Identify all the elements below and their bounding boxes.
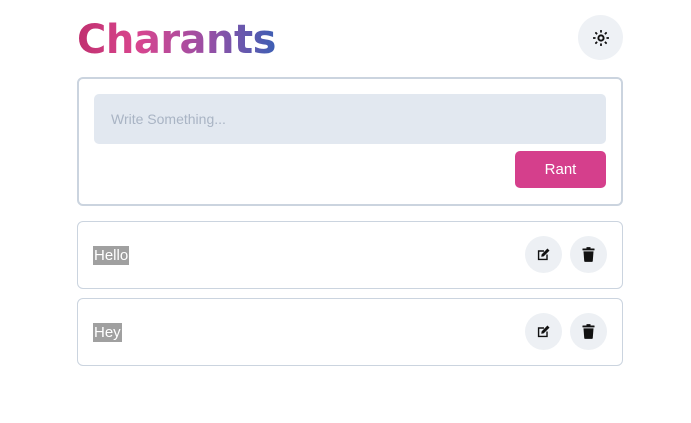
app-container: Charants Rant Hello xyxy=(0,0,691,423)
delete-post-button[interactable] xyxy=(570,236,607,273)
edit-post-button[interactable] xyxy=(525,313,562,350)
post-text: Hello xyxy=(93,246,130,265)
post-item: Hey xyxy=(77,298,623,366)
post-item: Hello xyxy=(77,221,623,289)
edit-icon xyxy=(536,247,551,262)
edit-icon xyxy=(536,324,551,339)
trash-icon xyxy=(582,324,595,339)
app-logo-title: Charants xyxy=(77,14,276,66)
trash-icon xyxy=(582,247,595,262)
rant-composer: Rant xyxy=(77,77,623,206)
post-text: Hey xyxy=(93,323,122,342)
theme-toggle-button[interactable] xyxy=(578,15,623,60)
rant-input[interactable] xyxy=(94,94,606,144)
rant-button[interactable]: Rant xyxy=(515,151,606,188)
sun-icon xyxy=(592,29,609,46)
edit-post-button[interactable] xyxy=(525,236,562,273)
delete-post-button[interactable] xyxy=(570,313,607,350)
